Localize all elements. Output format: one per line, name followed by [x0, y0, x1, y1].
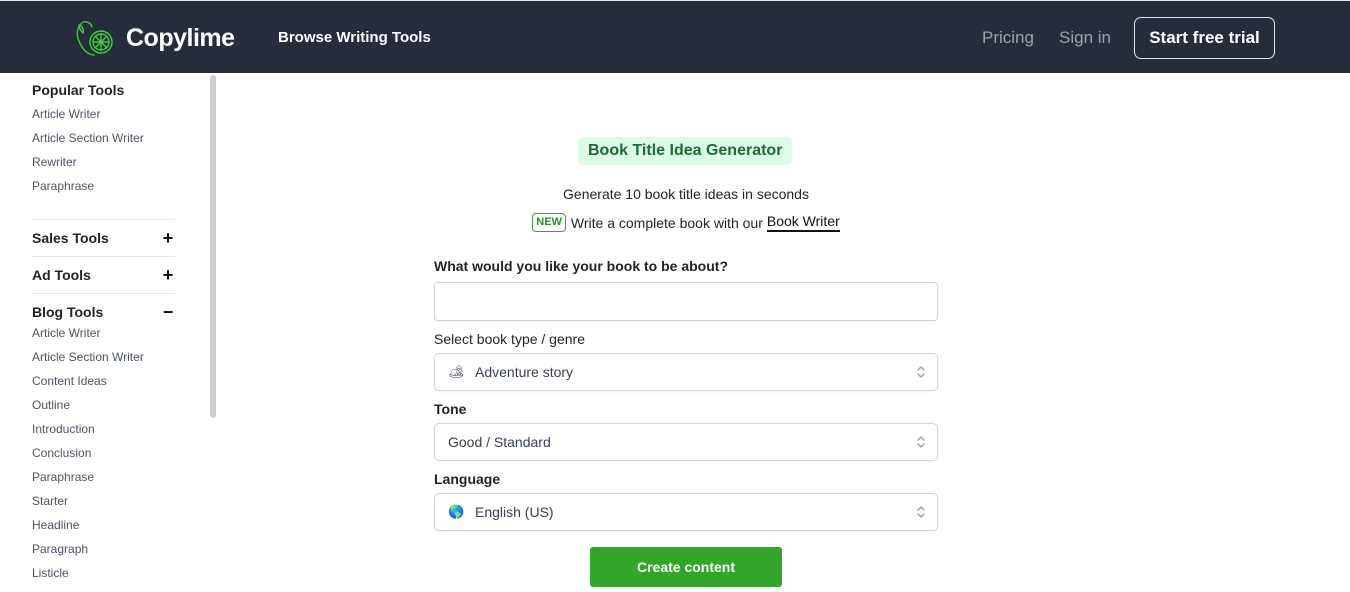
brand-name: Copylime: [126, 23, 235, 52]
sidebar-item-conclusion[interactable]: Conclusion: [32, 444, 175, 468]
chevron-up-down-icon: [917, 506, 925, 518]
camping-icon: 🏕: [448, 364, 465, 379]
sidebar-item-content-ideas[interactable]: Content Ideas: [32, 372, 175, 396]
sidebar-item-listicle[interactable]: Listicle: [32, 564, 175, 588]
chevron-up-down-icon: [917, 366, 925, 378]
sidebar-item-blog-article-writer[interactable]: Article Writer: [32, 324, 175, 348]
sidebar-scrollbar[interactable]: [210, 75, 216, 418]
collapse-minus-icon[interactable]: −: [161, 302, 175, 323]
expand-plus-icon[interactable]: +: [161, 265, 175, 286]
promo-text: Write a complete book with our: [570, 214, 763, 231]
tool-title-badge: Book Title Idea Generator: [578, 137, 793, 165]
ad-tools-heading: Ad Tools: [32, 267, 91, 283]
sidebar-item-article-section-writer[interactable]: Article Section Writer: [32, 129, 175, 153]
book-writer-link[interactable]: Book Writer: [766, 213, 840, 232]
book-writer-promo: NEW Write a complete book with our Book …: [434, 213, 938, 232]
sidebar-item-article-writer[interactable]: Article Writer: [32, 105, 175, 129]
sidebar-item-starter[interactable]: Starter: [32, 492, 175, 516]
language-value: English (US): [475, 504, 554, 520]
language-select[interactable]: 🌎 English (US): [434, 493, 938, 531]
start-free-trial-button[interactable]: Start free trial: [1134, 17, 1275, 59]
new-badge: NEW: [532, 213, 566, 232]
sidebar-item-blog-paraphrase[interactable]: Paraphrase: [32, 468, 175, 492]
about-label: What would you like your book to be abou…: [434, 258, 728, 274]
language-label: Language: [434, 471, 501, 487]
genre-select[interactable]: 🏕 Adventure story: [434, 353, 938, 391]
tone-label: Tone: [434, 401, 467, 417]
popular-tools-heading: Popular Tools: [32, 82, 125, 98]
blog-tools-heading: Blog Tools: [32, 304, 104, 320]
chevron-up-down-icon: [917, 436, 925, 448]
sidebar-item-rewriter[interactable]: Rewriter: [32, 153, 175, 177]
sidebar-item-introduction[interactable]: Introduction: [32, 420, 175, 444]
sidebar-item-paraphrase[interactable]: Paraphrase: [32, 177, 175, 201]
tools-sidebar: Popular Tools Article Writer Article Sec…: [0, 73, 218, 592]
sidebar-item-paragraph[interactable]: Paragraph: [32, 540, 175, 564]
book-about-input[interactable]: [434, 282, 938, 321]
tone-select[interactable]: Good / Standard: [434, 423, 938, 461]
tool-subtitle: Generate 10 book title ideas in seconds: [563, 186, 809, 202]
sidebar-item-outline[interactable]: Outline: [32, 396, 175, 420]
globe-icon: 🌎: [448, 504, 465, 519]
genre-value: Adventure story: [475, 364, 574, 380]
create-content-button[interactable]: Create content: [590, 547, 782, 587]
lime-icon: [76, 21, 113, 56]
sign-in-link[interactable]: Sign in: [1059, 28, 1111, 48]
top-nav-bar: Copylime Browse Writing Tools Pricing Si…: [0, 0, 1350, 73]
brand-logo[interactable]: Copylime: [74, 17, 235, 59]
browse-writing-tools-link[interactable]: Browse Writing Tools: [278, 29, 431, 46]
genre-label: Select book type / genre: [434, 331, 585, 347]
sales-tools-section-toggle[interactable]: Sales Tools +: [32, 219, 175, 256]
expand-plus-icon[interactable]: +: [161, 228, 175, 249]
sidebar-item-blog-article-section-writer[interactable]: Article Section Writer: [32, 348, 175, 372]
sales-tools-heading: Sales Tools: [32, 230, 109, 246]
tone-value: Good / Standard: [448, 434, 551, 450]
ad-tools-section-toggle[interactable]: Ad Tools +: [32, 256, 175, 293]
sidebar-item-headline[interactable]: Headline: [32, 516, 175, 540]
pricing-link[interactable]: Pricing: [982, 28, 1034, 48]
